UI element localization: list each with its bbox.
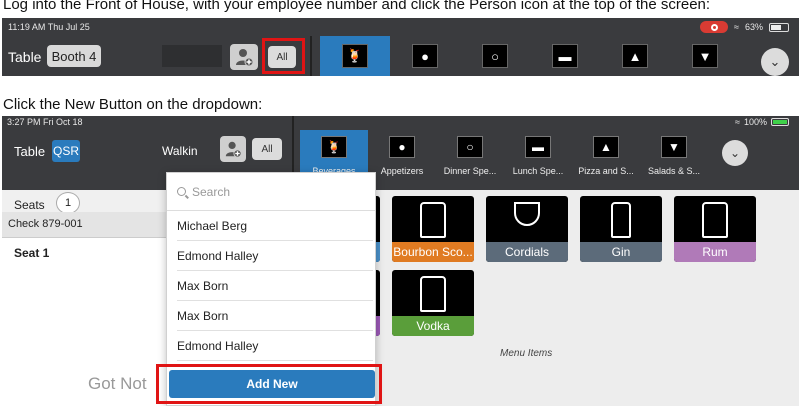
dropdown-item[interactable]: Max Born xyxy=(177,271,373,301)
walkin-label[interactable]: Walkin xyxy=(162,144,198,158)
menu-tile[interactable]: Bourbon Sco... xyxy=(392,196,474,262)
salad-bowl-icon: ▼ xyxy=(692,44,718,68)
pizza-icon: ▲ xyxy=(593,136,619,158)
wifi-icon: ≈ xyxy=(734,22,739,32)
category-dinner[interactable]: ○ xyxy=(460,36,530,76)
person-add-button[interactable] xyxy=(220,136,246,162)
status-bar-right: ≈ 100% xyxy=(735,117,789,127)
guest-field[interactable] xyxy=(162,45,222,67)
wifi-icon: ≈ xyxy=(735,117,740,127)
category-appetizers[interactable]: ● Appetizers xyxy=(368,130,436,184)
table-label: Table xyxy=(14,144,46,159)
appetizer-icon: ● xyxy=(389,136,415,158)
person-add-icon xyxy=(236,49,254,67)
highlight-box xyxy=(262,38,305,74)
category-dinner[interactable]: ○ Dinner Spe... xyxy=(436,130,504,184)
beverage-icon: 🍹 xyxy=(342,44,368,68)
table-button[interactable]: QSR xyxy=(52,140,80,162)
battery-icon xyxy=(771,118,789,126)
dropdown-item[interactable]: Edmond Halley xyxy=(177,331,373,361)
appetizer-icon: ● xyxy=(412,44,438,68)
category-appetizers[interactable]: ● xyxy=(390,36,460,76)
category-label: Appetizers xyxy=(380,166,424,176)
instruction-step-1: Log into the Front of House, with your e… xyxy=(3,0,711,13)
salad-bowl-icon: ▼ xyxy=(661,136,687,158)
tile-label: Rum xyxy=(674,242,756,262)
bottle-icon xyxy=(420,202,446,238)
category-bar: 🍹 ● ○ ▬ ▲ ▼ xyxy=(320,36,740,76)
top-bar: 3:27 PM Fri Oct 18 ≈ 100% Table QSR Walk… xyxy=(2,116,799,190)
tile-label: Cordials xyxy=(486,242,568,262)
category-label: Dinner Spe... xyxy=(443,166,497,176)
person-add-icon xyxy=(225,141,242,158)
chevron-down-icon[interactable]: ⌄ xyxy=(761,48,789,76)
recording-icon xyxy=(700,21,729,33)
pasta-icon: ○ xyxy=(482,44,508,68)
category-pizza[interactable]: ▲ xyxy=(600,36,670,76)
tile-label: Gin xyxy=(580,242,662,262)
bottle-icon xyxy=(702,202,728,238)
category-label: Lunch Spe... xyxy=(512,166,564,176)
beverage-icon: 🍹 xyxy=(321,136,347,158)
category-salads[interactable]: ▼ xyxy=(670,36,740,76)
search-icon xyxy=(177,187,186,196)
dropdown-item[interactable]: Max Born xyxy=(177,301,373,331)
menu-tile[interactable]: Cordials xyxy=(486,196,568,262)
status-time: 3:27 PM Fri Oct 18 xyxy=(7,117,83,127)
battery-percent: 100% xyxy=(743,117,767,127)
instruction-step-2: Click the New Button on the dropdown: xyxy=(3,96,263,113)
category-beverages[interactable]: 🍹 xyxy=(320,36,390,76)
table-label: Table xyxy=(8,49,42,65)
highlight-box xyxy=(156,364,382,404)
pasta-icon: ○ xyxy=(457,136,483,158)
burger-icon: ▬ xyxy=(552,44,578,68)
person-add-button[interactable] xyxy=(230,44,258,70)
battery-percent: 63% xyxy=(744,22,763,32)
divider xyxy=(310,36,312,76)
status-bar-right: ≈ 63% xyxy=(700,21,789,33)
tile-label: Bourbon Sco... xyxy=(392,242,474,262)
category-label: Pizza and S... xyxy=(578,166,634,176)
background-text: Got Not xyxy=(88,374,147,393)
search-input[interactable] xyxy=(192,184,362,199)
seat-label[interactable]: Seat 1 xyxy=(14,246,49,260)
table-button[interactable]: Booth 4 xyxy=(47,45,101,67)
category-pizza[interactable]: ▲ Pizza and S... xyxy=(572,130,640,184)
search-row xyxy=(167,173,375,211)
dropdown-item[interactable]: Michael Berg xyxy=(177,211,373,241)
status-time: 11:19 AM Thu Jul 25 xyxy=(8,22,90,32)
burger-icon: ▬ xyxy=(525,136,551,158)
chevron-down-icon[interactable]: ⌄ xyxy=(722,140,748,166)
seats-count[interactable]: 1 xyxy=(56,192,80,214)
check-label: Check 879-001 xyxy=(8,218,83,230)
menu-tile[interactable]: Vodka xyxy=(392,270,474,336)
menu-tile[interactable]: Gin xyxy=(580,196,662,262)
glass-icon xyxy=(514,202,540,226)
battery-icon xyxy=(769,22,789,32)
screenshot-1-toolbar: 11:19 AM Thu Jul 25 ≈ 63% Table Booth 4 … xyxy=(2,18,799,76)
dropdown-item[interactable]: Edmond Halley xyxy=(177,241,373,271)
bottle-icon xyxy=(611,202,631,238)
menu-items-caption: Menu Items xyxy=(500,348,553,359)
seats-label: Seats xyxy=(14,198,45,212)
menu-tile[interactable]: Rum xyxy=(674,196,756,262)
tile-label: Vodka xyxy=(392,316,474,336)
category-lunch[interactable]: ▬ Lunch Spe... xyxy=(504,130,572,184)
all-button[interactable]: All xyxy=(252,138,282,160)
category-lunch[interactable]: ▬ xyxy=(530,36,600,76)
category-label: Salads & S... xyxy=(647,166,701,176)
screenshot-2: 3:27 PM Fri Oct 18 ≈ 100% Table QSR Walk… xyxy=(2,116,799,406)
pizza-icon: ▲ xyxy=(622,44,648,68)
category-salads[interactable]: ▼ Salads & S... xyxy=(640,130,708,184)
bottle-icon xyxy=(420,276,446,312)
